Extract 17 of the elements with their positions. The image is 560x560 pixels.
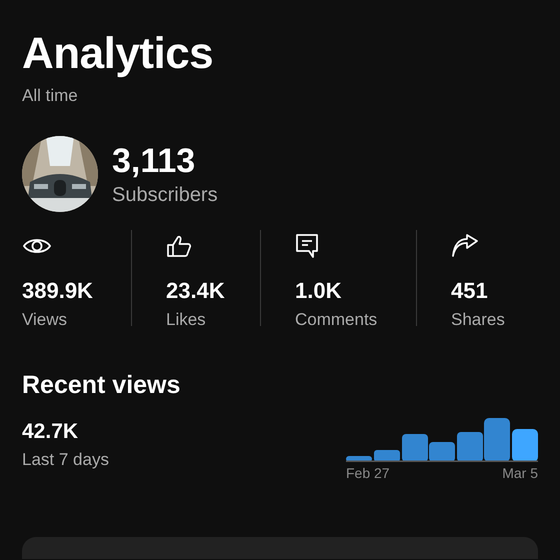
period-label: Last 7 days: [22, 450, 109, 470]
date-label: Feb 27: [346, 465, 390, 481]
stat-label: Views: [22, 310, 68, 330]
period-label: All time: [22, 86, 78, 106]
page-title: Analytics: [22, 28, 214, 80]
section-title: Recent views: [22, 371, 182, 400]
stat-value: 451: [451, 278, 488, 304]
recent-views-count: 42.7K: [22, 420, 80, 444]
stat-label: Likes: [166, 310, 206, 330]
stat-value: 1.0K: [295, 278, 342, 304]
date-label: Mar 5: [502, 465, 538, 481]
subscriber-count: 3,113: [112, 142, 196, 180]
stat-label: Shares: [451, 310, 505, 330]
stat-label: Comments: [295, 310, 378, 330]
subscribers-label: Subscribers: [112, 184, 218, 206]
stat-value: 389.9K: [22, 278, 93, 304]
stat-value: 23.4K: [166, 278, 225, 304]
